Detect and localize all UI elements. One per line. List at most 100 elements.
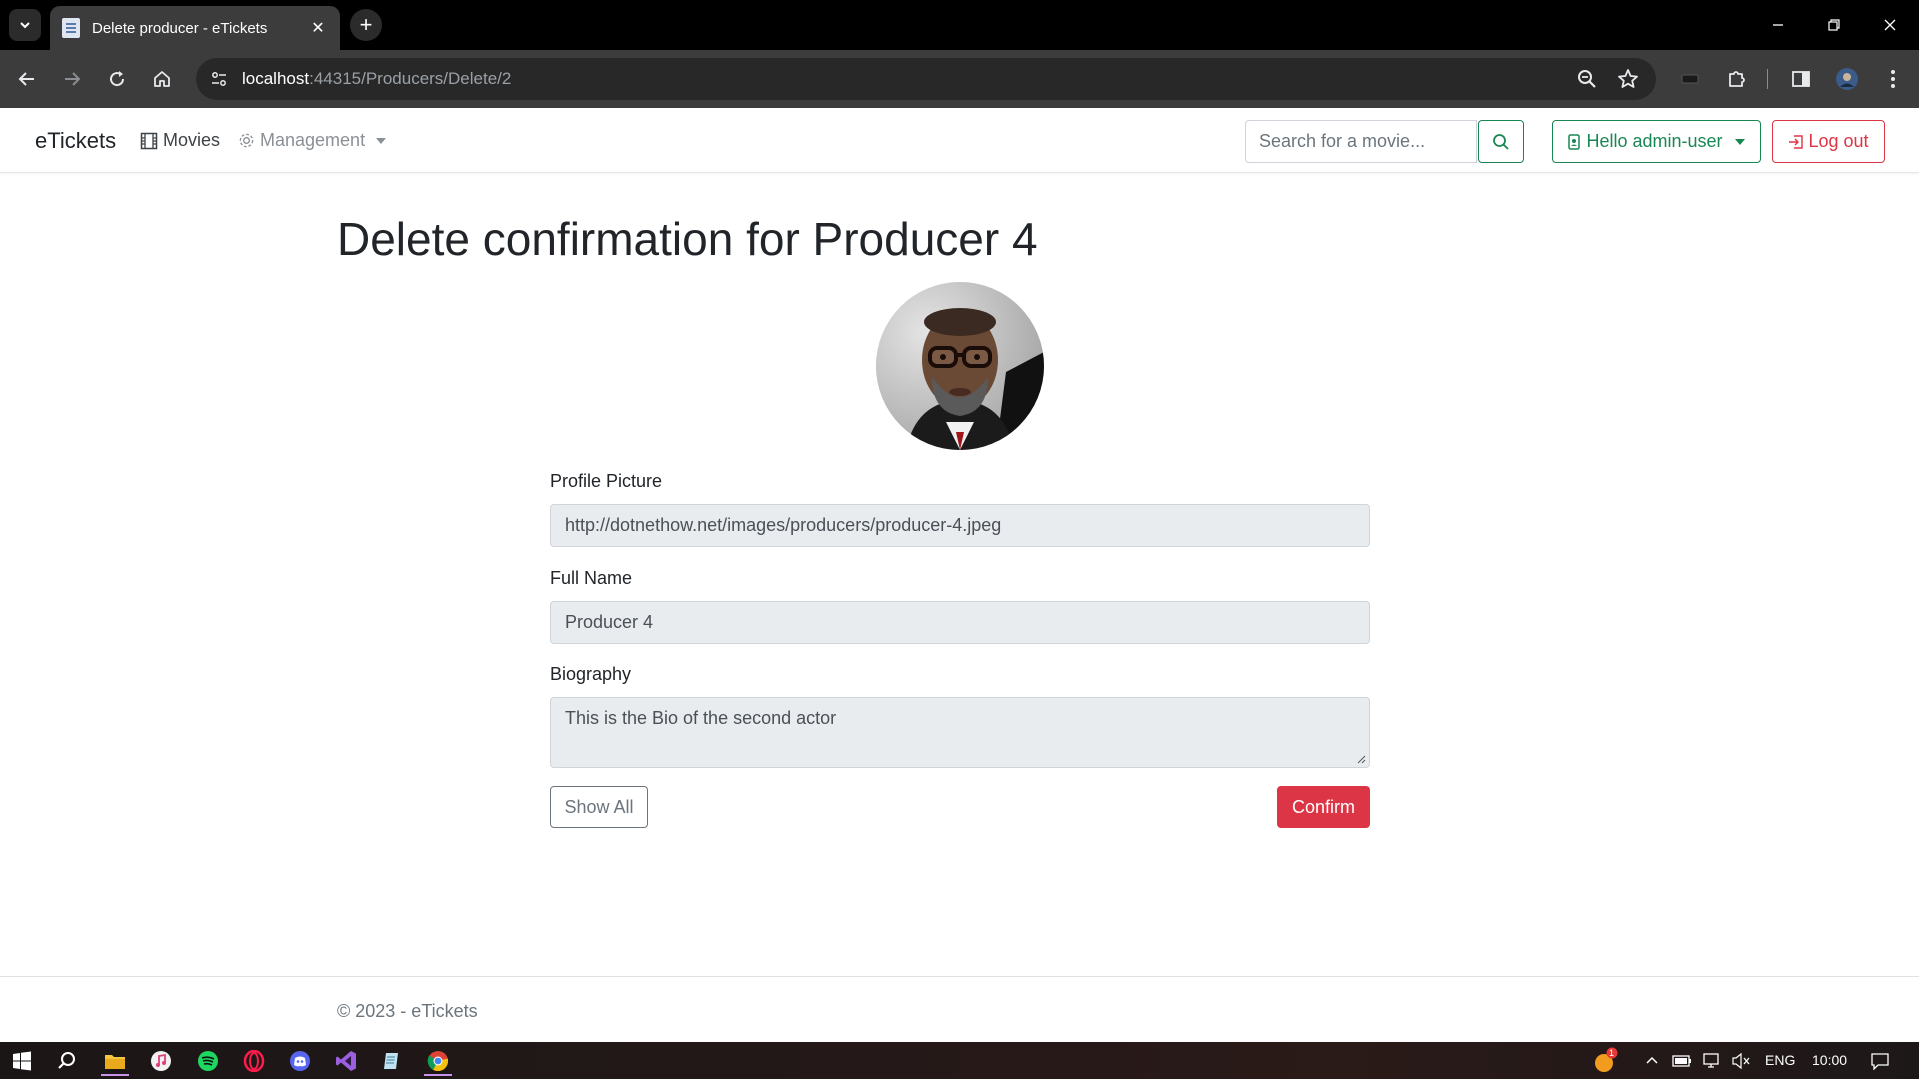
more-vertical-icon xyxy=(1891,70,1895,88)
minimize-icon xyxy=(1773,24,1783,26)
chevron-down-icon xyxy=(20,22,30,29)
producer-avatar xyxy=(876,282,1044,450)
taskbar-spotify[interactable] xyxy=(190,1045,226,1076)
volume-muted-icon xyxy=(1732,1052,1750,1069)
site-footer: © 2023 - eTickets xyxy=(0,976,1919,1042)
tray-clock[interactable]: 10:00 xyxy=(1812,1052,1847,1068)
site-info-icon[interactable] xyxy=(206,66,232,92)
search-button[interactable] xyxy=(1478,120,1524,163)
close-window-button[interactable] xyxy=(1870,10,1910,40)
visual-studio-icon xyxy=(336,1050,356,1071)
page-favicon-icon xyxy=(62,18,80,38)
user-menu-dropdown[interactable]: Hello admin-user xyxy=(1552,120,1761,163)
notification-count: 1 xyxy=(1609,1048,1615,1058)
spotify-icon xyxy=(198,1050,218,1071)
taskbar-search-button[interactable] xyxy=(49,1045,85,1076)
brand-link[interactable]: eTickets xyxy=(35,128,116,154)
full-name-value: Producer 4 xyxy=(565,612,654,632)
taskbar-discord[interactable] xyxy=(282,1045,318,1076)
biography-label: Biography xyxy=(550,664,632,684)
tab-search-button[interactable] xyxy=(9,9,41,41)
tab-title: Delete producer - eTickets xyxy=(92,19,268,37)
footer-copyright: © 2023 - eTickets xyxy=(337,1001,478,1021)
bookmark-star-icon[interactable] xyxy=(1617,68,1639,95)
restore-window-button[interactable] xyxy=(1814,10,1854,40)
nav-management-label: Management xyxy=(260,130,366,150)
search-icon xyxy=(58,1051,75,1069)
nav-movies-link[interactable]: Movies xyxy=(140,130,220,151)
back-button[interactable] xyxy=(12,64,42,94)
gear-icon xyxy=(239,133,254,148)
biography-field[interactable]: This is the Bio of the second actor xyxy=(550,697,1370,768)
tray-notifications[interactable] xyxy=(1862,1045,1898,1076)
notepad-icon xyxy=(384,1052,398,1069)
browser-menu-button[interactable] xyxy=(1878,64,1908,94)
movie-search-input[interactable] xyxy=(1245,120,1477,163)
taskbar-visual-studio[interactable] xyxy=(328,1045,364,1076)
taskbar-itunes[interactable] xyxy=(143,1045,179,1076)
minimize-window-button[interactable] xyxy=(1758,10,1798,40)
show-all-button[interactable]: Show All xyxy=(550,786,648,828)
folder-icon xyxy=(105,1054,125,1069)
windows-taskbar: 1 ENG 10:00 xyxy=(0,1042,1919,1079)
reload-button[interactable] xyxy=(102,64,132,94)
restore-icon xyxy=(1828,19,1840,31)
forward-button[interactable] xyxy=(57,64,87,94)
zoom-icon[interactable] xyxy=(1576,68,1598,95)
arrow-right-icon xyxy=(65,72,81,86)
tray-language[interactable]: ENG xyxy=(1765,1052,1795,1068)
full-name-field[interactable]: Producer 4 xyxy=(550,601,1370,644)
page-title: Delete confirmation for Producer 4 xyxy=(337,213,1038,265)
nav-management-dropdown[interactable]: Management xyxy=(238,130,387,151)
url-text: localhost:44315/Producers/Delete/2 xyxy=(242,69,511,89)
profile-picture-field[interactable]: http://dotnethow.net/images/producers/pr… xyxy=(550,504,1370,547)
close-tab-icon[interactable]: ✕ xyxy=(308,18,328,38)
taskbar-opera-gx[interactable] xyxy=(236,1045,272,1076)
logout-label: Log out xyxy=(1808,131,1869,151)
profile-picture-value: http://dotnethow.net/images/producers/pr… xyxy=(565,515,1002,535)
close-icon xyxy=(1884,19,1896,31)
browser-tab-active[interactable]: Delete producer - eTickets ✕ xyxy=(50,6,340,50)
home-button[interactable] xyxy=(147,64,177,94)
tray-volume[interactable] xyxy=(1723,1045,1759,1076)
profile-avatar-button[interactable] xyxy=(1832,64,1862,94)
browser-tab-strip: Delete producer - eTickets ✕ + xyxy=(0,0,1919,50)
taskbar-file-explorer[interactable] xyxy=(97,1045,133,1076)
full-name-label: Full Name xyxy=(550,568,633,588)
discord-icon xyxy=(290,1050,310,1071)
logout-button[interactable]: Log out xyxy=(1772,120,1885,163)
profile-avatar-icon xyxy=(1836,68,1858,90)
opera-icon xyxy=(243,1049,265,1072)
home-icon xyxy=(154,71,170,87)
network-icon xyxy=(1703,1052,1719,1068)
battery-icon xyxy=(1672,1054,1691,1067)
profile-picture-label: Profile Picture xyxy=(550,471,663,491)
toolbar-divider xyxy=(1767,69,1768,89)
logout-icon xyxy=(1789,134,1804,149)
user-greeting: Hello admin-user xyxy=(1586,131,1723,151)
windows-logo-icon xyxy=(13,1051,31,1070)
id-badge-icon xyxy=(1568,133,1581,150)
notification-center-icon xyxy=(1871,1052,1889,1070)
site-navbar: eTickets Movies Management Hello admin-u… xyxy=(0,108,1919,173)
browser-toolbar: localhost:44315/Producers/Delete/2 xyxy=(0,50,1919,108)
music-note-icon xyxy=(151,1050,171,1071)
taskbar-notepad[interactable] xyxy=(374,1045,410,1076)
tray-weather-widget[interactable]: 1 xyxy=(1588,1045,1624,1076)
side-panel-button[interactable] xyxy=(1786,64,1816,94)
confirm-delete-button[interactable]: Confirm xyxy=(1277,786,1370,828)
caret-down-icon xyxy=(1734,138,1745,145)
start-button[interactable] xyxy=(4,1045,40,1076)
address-bar[interactable]: localhost:44315/Producers/Delete/2 xyxy=(196,58,1656,100)
weather-icon xyxy=(1595,1047,1618,1072)
film-icon xyxy=(140,132,158,149)
chrome-icon xyxy=(427,1050,449,1071)
extensions-puzzle-icon[interactable] xyxy=(1722,64,1752,94)
biography-value: This is the Bio of the second actor xyxy=(565,708,837,728)
taskbar-chrome[interactable] xyxy=(420,1045,456,1076)
resize-handle-icon[interactable] xyxy=(1357,755,1366,764)
extension-icon[interactable] xyxy=(1675,64,1705,94)
url-host: localhost xyxy=(242,69,310,88)
search-icon xyxy=(1493,133,1509,150)
new-tab-button[interactable]: + xyxy=(350,9,382,41)
